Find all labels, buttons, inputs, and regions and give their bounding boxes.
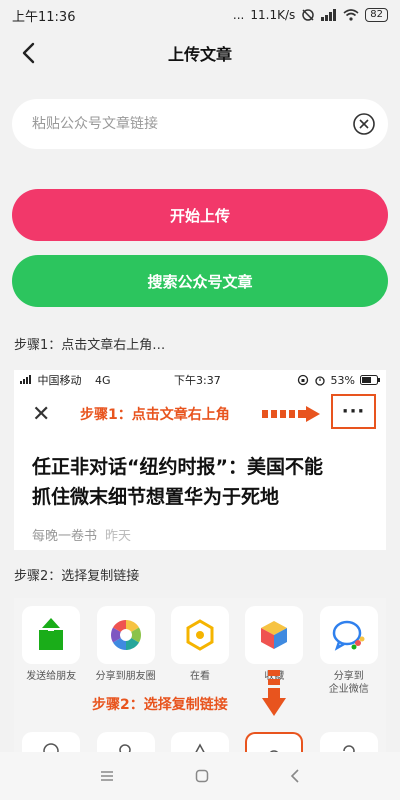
nav-bar: 上传文章 (0, 30, 400, 76)
status-bar: 上午11:36 ... 11.1K/s 82 (0, 0, 400, 30)
alarm-icon (314, 376, 325, 386)
search-article-button[interactable]: 搜索公众号文章 (12, 255, 388, 307)
step2-illustration: 发送给朋友 分享到朋友圈 在看 收藏 分享到 企业微信 步骤2：选择复制链接 (14, 598, 386, 758)
page-title: 上传文章 (167, 45, 232, 64)
article-link-input[interactable] (32, 116, 352, 132)
home-icon[interactable] (194, 768, 210, 784)
back-button[interactable] (14, 39, 42, 67)
favorite-icon (261, 621, 288, 649)
system-nav-bar (0, 752, 400, 800)
example-date: 昨天 (105, 529, 132, 544)
start-upload-button[interactable]: 开始上传 (12, 189, 388, 241)
battery-icon (360, 375, 380, 385)
example-indicators: 53% (297, 374, 380, 387)
wow-icon (186, 619, 214, 651)
step2-title: 步骤2：选择复制链接 (14, 569, 140, 584)
example-headline: 任正非对话“纽约时报”：美国不能 抓住微末细节想置华为于死地 (32, 456, 323, 508)
wecom-icon (332, 620, 365, 651)
example-article-toolbar: ✕ 步骤1：点击文章右上角 ··· (14, 390, 386, 438)
alarm-icon (302, 9, 315, 21)
arrow-down-icon (262, 670, 286, 716)
link-input-container (12, 99, 388, 149)
example-time: 下午3:37 (174, 374, 221, 387)
status-indicators: ... 11.1K/s 82 (233, 8, 388, 22)
share-options-row: 发送给朋友 分享到朋友圈 在看 收藏 分享到 企业微信 (14, 606, 386, 696)
status-dots: ... (232, 8, 245, 22)
signal-icon (321, 9, 337, 21)
share-item-moments: 分享到朋友圈 (91, 606, 161, 696)
menu-icon[interactable] (99, 769, 115, 783)
back-nav-icon[interactable] (289, 768, 301, 784)
wifi-icon (343, 9, 359, 21)
battery-indicator: 82 (365, 8, 388, 22)
arrow-right-icon (262, 406, 320, 422)
close-icon: ✕ (32, 402, 51, 427)
share-item-wow: 在看 (165, 606, 235, 696)
moments-icon (110, 620, 141, 650)
share-item-send-friend: 发送给朋友 (16, 606, 86, 696)
share-item-wecom: 分享到 企业微信 (314, 606, 384, 696)
example-carrier: 中国移动 4G (20, 372, 111, 388)
status-time: 上午11:36 (12, 9, 76, 25)
send-to-friend-icon (39, 618, 64, 650)
chevron-left-icon (22, 42, 35, 64)
more-options-icon: ··· (331, 394, 376, 429)
clear-icon[interactable] (352, 112, 376, 136)
step2-hint: 步骤2：选择复制链接 (92, 697, 228, 713)
example-source: 每晚一卷书 昨天 (32, 529, 132, 544)
step1-title: 步骤1：点击文章右上角… (14, 338, 166, 353)
step1-hint: 步骤1：点击文章右上角 (80, 407, 230, 423)
lock-rotation-icon (297, 374, 308, 386)
signal-icon (20, 375, 31, 384)
example-status-bar: 中国移动 4G 下午3:37 53% (14, 370, 386, 390)
step1-illustration: 中国移动 4G 下午3:37 53% ✕ 步骤1：点击文章右上角 ··· 任正非… (14, 370, 386, 550)
network-speed: 11.1K/s (250, 8, 296, 22)
